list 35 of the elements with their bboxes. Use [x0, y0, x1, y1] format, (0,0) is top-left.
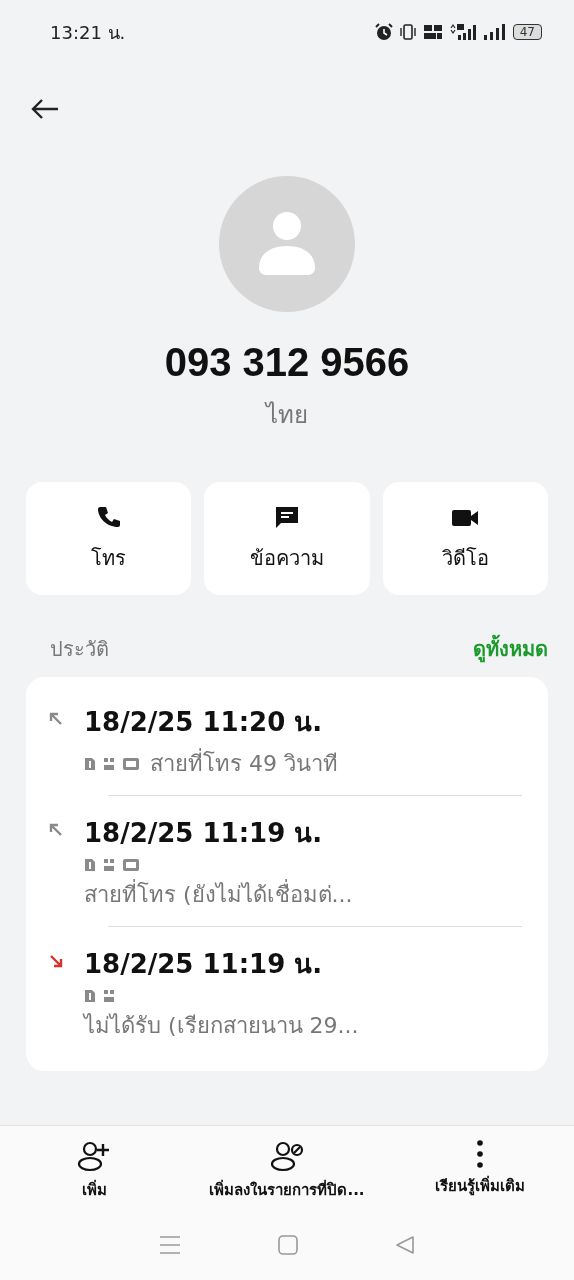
home-icon[interactable]	[278, 1235, 298, 1255]
more-icon	[476, 1140, 483, 1168]
hd-icon	[122, 756, 140, 771]
phone-number: 093 312 9566	[164, 340, 410, 385]
bottom-action[interactable]: เรียนรู้เพิ่มเติม	[405, 1140, 554, 1202]
back-icon[interactable]	[30, 98, 60, 120]
outgoing-arrow-icon	[48, 822, 64, 838]
bottom-action[interactable]: เพิ่ม	[20, 1140, 169, 1202]
bottom-action[interactable]: เพิ่มลงในรายการที่ปิด...	[168, 1140, 406, 1202]
section-title: ประวัติ	[50, 636, 109, 663]
call-detail: ไม่ได้รับ (เรียกสายนาน 29...	[84, 1012, 360, 1040]
hd-icon	[122, 858, 140, 872]
outgoing-arrow-icon	[48, 711, 64, 727]
action-button[interactable]: วิดีโอ	[382, 482, 548, 595]
call-time: 18/2/25 11:19 น.	[84, 817, 324, 850]
vibrate-icon	[398, 23, 417, 41]
location-label: ไทย	[266, 400, 308, 431]
alarm-icon	[374, 23, 393, 41]
call-detail: สายที่โทร (ยังไม่ได้เชื่อมต่...	[84, 877, 524, 912]
avatar-icon	[219, 176, 355, 312]
block-contact-icon	[269, 1140, 305, 1172]
signal-icon	[482, 23, 507, 41]
call-time: 18/2/25 11:19 น.	[84, 948, 324, 981]
incoming-arrow-icon	[48, 953, 64, 969]
sim-icon	[84, 989, 96, 1003]
sim-icon	[84, 858, 96, 872]
action-button[interactable]: โทร	[26, 482, 192, 595]
battery-level: 47	[512, 24, 542, 40]
action-button[interactable]: ข้อความ	[204, 482, 370, 595]
sim-icon	[84, 756, 96, 771]
call-time: 18/2/25 11:20 น.	[84, 706, 324, 739]
status-time: 13:21 น.	[50, 20, 126, 45]
menu-icon[interactable]	[158, 1235, 181, 1255]
signal-icon	[448, 23, 477, 41]
call-detail: สายที่โทร 49 วินาที	[150, 746, 338, 781]
